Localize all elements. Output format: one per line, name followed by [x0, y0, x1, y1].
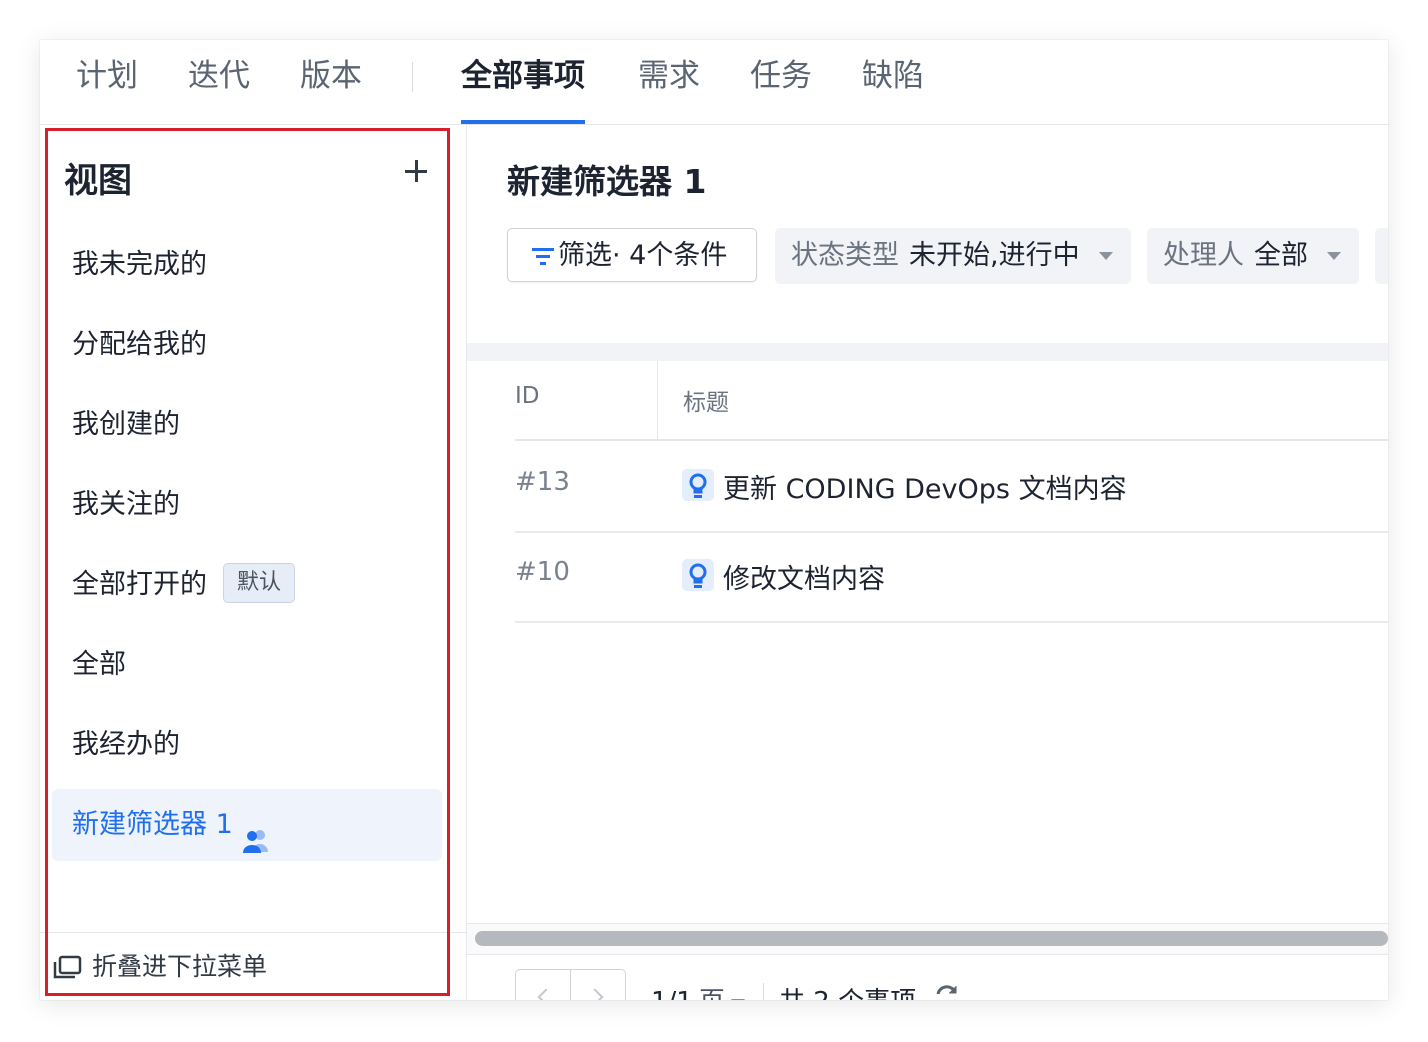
views-sidebar: 视图 我未完成的 分配给我的 我创建的 我关注的 全部打开的 默认 全部 我经办的… — [40, 125, 467, 1000]
table-top-band — [467, 343, 1388, 361]
top-tab-bar: 计划 迭代 版本 全部事项 需求 任务 缺陷 — [40, 40, 1388, 125]
main-panel: 新建筛选器 1 筛选· 4个条件 状态类型 未开始,进行中 处理人 全部 ID … — [467, 125, 1388, 1000]
table-row[interactable]: #10 修改文档内容 — [515, 531, 1388, 623]
collapse-to-dropdown-button[interactable]: 折叠进下拉菜单 — [40, 932, 466, 1000]
view-item-all[interactable]: 全部 — [52, 629, 442, 701]
lightbulb-icon — [682, 469, 714, 501]
refresh-icon[interactable] — [933, 983, 961, 1000]
view-item-created-by-me[interactable]: 我创建的 — [52, 389, 442, 461]
default-badge: 默认 — [223, 562, 296, 603]
table-row[interactable]: #13 更新 CODING DevOps 文档内容 — [515, 441, 1388, 533]
tab-all-items[interactable]: 全部事项 — [461, 54, 585, 124]
tab-plan[interactable]: 计划 — [76, 54, 138, 124]
caret-down-icon — [730, 998, 745, 1000]
caret-down-icon — [1327, 252, 1341, 260]
page-title: 新建筛选器 1 — [507, 162, 707, 201]
assignee-filter-chip[interactable]: 处理人 全部 — [1147, 228, 1359, 284]
column-header-id[interactable]: ID — [515, 383, 540, 409]
chip-value: 全部 — [1254, 240, 1308, 271]
page-number: 1/1 — [651, 987, 693, 1000]
lightbulb-icon — [682, 559, 714, 591]
prev-page-button[interactable] — [515, 969, 571, 1000]
scrollbar-thumb[interactable] — [475, 931, 1388, 946]
tab-version[interactable]: 版本 — [300, 54, 362, 124]
app-window: 计划 迭代 版本 全部事项 需求 任务 缺陷 视图 我未完成的 分配给我的 我创… — [40, 40, 1388, 1000]
view-item-all-open[interactable]: 全部打开的 默认 — [52, 549, 442, 621]
column-resize-handle[interactable] — [657, 361, 658, 439]
page-unit: 页 — [699, 987, 725, 1000]
page-selector[interactable]: 1/1 页 — [651, 981, 745, 1000]
caret-down-icon — [1099, 252, 1113, 260]
more-filter-chip[interactable] — [1375, 228, 1388, 284]
view-item-followed[interactable]: 我关注的 — [52, 469, 442, 541]
pager-divider — [763, 983, 764, 1000]
view-item-handled-by-me[interactable]: 我经办的 — [52, 709, 442, 781]
view-item-my-unfinished[interactable]: 我未完成的 — [52, 229, 442, 301]
view-item-label: 新建筛选器 1 — [72, 809, 233, 840]
sidebar-title: 视图 — [64, 161, 132, 201]
horizontal-scrollbar[interactable] — [467, 923, 1388, 955]
view-item-new-filter-1[interactable]: 新建筛选器 1 — [52, 789, 442, 861]
view-item-assigned-to-me[interactable]: 分配给我的 — [52, 309, 442, 381]
chip-key: 处理人 — [1163, 240, 1244, 271]
row-id: #10 — [515, 557, 570, 587]
filter-button-label: 筛选· 4个条件 — [558, 240, 728, 271]
row-title: 修改文档内容 — [723, 564, 885, 595]
shared-users-icon — [241, 810, 271, 853]
tab-tasks[interactable]: 任务 — [750, 54, 812, 124]
tab-requirements[interactable]: 需求 — [638, 54, 700, 124]
pagination-bar: 1/1 页 共 2 个事项 — [467, 955, 1388, 1000]
view-item-label: 全部打开的 — [72, 569, 207, 600]
row-id: #13 — [515, 467, 570, 497]
collapse-label: 折叠进下拉菜单 — [92, 952, 268, 981]
chip-key: 状态类型 — [791, 240, 899, 271]
filter-button[interactable]: 筛选· 4个条件 — [507, 228, 757, 282]
tab-defects[interactable]: 缺陷 — [862, 54, 924, 124]
tab-divider — [412, 62, 413, 92]
add-view-button[interactable] — [400, 155, 432, 187]
filter-icon — [532, 248, 554, 265]
tab-iteration[interactable]: 迭代 — [188, 54, 250, 124]
row-title: 更新 CODING DevOps 文档内容 — [723, 474, 1127, 505]
status-type-filter-chip[interactable]: 状态类型 未开始,进行中 — [775, 228, 1131, 284]
collapse-icon — [53, 955, 82, 979]
column-header-title[interactable]: 标题 — [683, 383, 729, 417]
total-count: 共 2 个事项 — [779, 981, 916, 1000]
next-page-button[interactable] — [570, 969, 626, 1000]
chip-value: 未开始,进行中 — [909, 240, 1080, 271]
